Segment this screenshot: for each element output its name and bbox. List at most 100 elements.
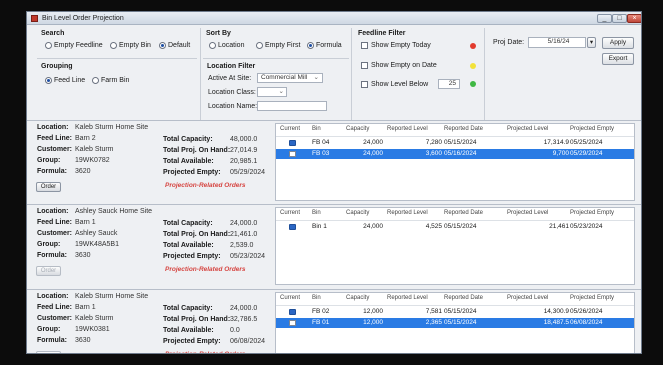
projected-empty-cell: 05/26/2024 xyxy=(570,308,603,315)
search-empty-bin-radio[interactable] xyxy=(110,42,117,49)
column-header[interactable]: Reported Date xyxy=(444,295,483,304)
projection-related-orders-link[interactable]: Projection-Related Orders xyxy=(165,266,246,273)
current-checkbox[interactable] xyxy=(289,151,296,157)
search-default-radio[interactable] xyxy=(159,42,166,49)
bin-table: Current Bin Capacity Reported Level Reported… xyxy=(275,292,635,353)
column-header[interactable]: Current xyxy=(280,210,300,219)
sort-location-radio[interactable] xyxy=(209,42,216,49)
show-empty-on-date-checkbox[interactable] xyxy=(361,62,368,69)
column-header[interactable]: Capacity xyxy=(346,210,369,219)
formula-label: Formula: xyxy=(37,168,67,175)
formula-value: 3620 xyxy=(75,168,91,175)
grouping-farm-bin-radio[interactable] xyxy=(92,77,99,84)
column-header[interactable]: Current xyxy=(280,126,300,135)
sort-formula-radio[interactable] xyxy=(307,42,314,49)
order-button[interactable]: Order xyxy=(36,266,61,276)
active-site-select[interactable]: Commercial Mill ⌄ xyxy=(257,73,323,83)
yellow-status-dot xyxy=(470,63,476,69)
column-header[interactable]: Projected Empty xyxy=(570,126,614,135)
current-checkbox[interactable] xyxy=(289,320,296,326)
current-checkbox[interactable] xyxy=(289,309,296,315)
current-checkbox[interactable] xyxy=(289,140,296,146)
column-header[interactable]: Projected Level xyxy=(507,295,548,304)
group-label: Group: xyxy=(37,157,61,164)
projected-empty-value: 06/08/2024 xyxy=(230,338,266,345)
divider xyxy=(37,58,197,59)
apply-button[interactable]: Apply xyxy=(602,37,634,49)
divider xyxy=(276,220,634,221)
column-header[interactable]: Projected Level xyxy=(507,210,548,219)
divider xyxy=(276,305,634,306)
formula-label: Formula: xyxy=(37,252,67,259)
group-panel: Location: Ashley Sauck Home Site Feed Line… xyxy=(27,204,641,288)
show-empty-today-checkbox[interactable] xyxy=(361,42,368,49)
table-row[interactable]: FB 04 24,000 7,280 05/15/2024 17,314.9 05/25/… xyxy=(276,138,634,148)
column-header[interactable]: Reported Level xyxy=(387,210,428,219)
total-available-label: Total Available: xyxy=(163,242,214,249)
minimize-button[interactable]: _ xyxy=(597,14,612,23)
column-header[interactable]: Projected Empty xyxy=(570,295,614,304)
sort-empty-first-radio[interactable] xyxy=(256,42,263,49)
show-level-below-checkbox[interactable] xyxy=(361,81,368,88)
total-capacity-label: Total Capacity: xyxy=(163,220,213,227)
column-header[interactable]: Current xyxy=(280,295,300,304)
export-button[interactable]: Export xyxy=(602,53,634,65)
table-row[interactable]: FB 03 24,000 3,600 05/16/2024 9,700 05/29/202… xyxy=(276,149,634,159)
calendar-dropdown-icon: ▾ xyxy=(589,39,594,46)
column-header[interactable]: Bin xyxy=(312,295,321,304)
location-class-label: Location Class: xyxy=(208,89,256,96)
reported-date-cell: 05/15/2024 xyxy=(444,223,477,230)
feed-line-label: Feed Line: xyxy=(37,135,73,142)
order-button[interactable]: Order xyxy=(36,351,61,353)
level-below-input[interactable]: 25 xyxy=(438,79,460,89)
column-header[interactable]: Projected Empty xyxy=(570,210,614,219)
projection-related-orders-link[interactable]: Projection-Related Orders xyxy=(165,351,246,353)
capacity-cell: 24,000 xyxy=(363,139,383,146)
group-value: 19WK0381 xyxy=(75,326,110,333)
table-row[interactable]: FB 02 12,000 7,581 05/15/2024 14,300.9 05/26/… xyxy=(276,307,634,317)
group-info: Location: Kaleb Sturm Home Site Feed Line:… xyxy=(27,290,272,353)
location-label: Location: xyxy=(37,124,69,131)
customer-value: Ashley Sauck xyxy=(75,230,118,237)
column-header[interactable]: Capacity xyxy=(346,295,369,304)
bin-cell: FB 03 xyxy=(312,150,330,157)
total-capacity-label: Total Capacity: xyxy=(163,136,213,143)
search-empty-feedline-radio[interactable] xyxy=(45,42,52,49)
location-class-select[interactable]: ⌄ xyxy=(257,87,287,97)
chevron-down-icon: ⌄ xyxy=(313,74,319,81)
feed-line-label: Feed Line: xyxy=(37,219,73,226)
group-value: 19WK48A5B1 xyxy=(75,241,119,248)
current-checkbox[interactable] xyxy=(289,224,296,230)
maximize-button[interactable]: □ xyxy=(612,14,627,23)
column-header[interactable]: Reported Date xyxy=(444,210,483,219)
projection-related-orders-link[interactable]: Projection-Related Orders xyxy=(165,182,246,189)
date-picker-button[interactable]: ▾ xyxy=(587,37,596,48)
green-status-dot xyxy=(470,81,476,87)
table-row[interactable]: FB 01 12,000 2,365 05/15/2024 18,487.5 06/08/… xyxy=(276,318,634,328)
reported-level-cell: 7,280 xyxy=(425,139,442,146)
total-available-label: Total Available: xyxy=(163,327,214,334)
column-header[interactable]: Reported Level xyxy=(387,295,428,304)
sort-by-label: Sort By xyxy=(206,30,231,37)
reported-date-cell: 05/15/2024 xyxy=(444,139,477,146)
app-window: Bin Level Order Projection _ □ × Search … xyxy=(26,11,642,354)
proj-date-input[interactable]: 5/16/24 xyxy=(528,37,586,48)
feed-line-value: Barn 2 xyxy=(75,135,96,142)
column-header[interactable]: Capacity xyxy=(346,126,369,135)
chevron-down-icon: ⌄ xyxy=(278,88,284,95)
total-on-hand-value: 27,014.9 xyxy=(230,147,258,154)
table-row[interactable]: Bin 1 24,000 4,525 05/15/2024 21,461 05/23/20… xyxy=(276,222,634,232)
bin-cell: FB 01 xyxy=(312,319,330,326)
sort-location-label: Location xyxy=(218,42,245,49)
column-header[interactable]: Reported Date xyxy=(444,126,483,135)
column-header[interactable]: Bin xyxy=(312,210,321,219)
column-header[interactable]: Reported Level xyxy=(387,126,428,135)
grouping-feed-line-radio[interactable] xyxy=(45,77,52,84)
show-level-below-label: Show Level Below xyxy=(371,81,429,88)
column-header[interactable]: Bin xyxy=(312,126,321,135)
location-name-input[interactable] xyxy=(257,101,327,111)
close-button[interactable]: × xyxy=(627,14,641,23)
column-header[interactable]: Projected Level xyxy=(507,126,548,135)
order-button[interactable]: Order xyxy=(36,182,61,192)
bin-cell: Bin 1 xyxy=(312,223,327,230)
